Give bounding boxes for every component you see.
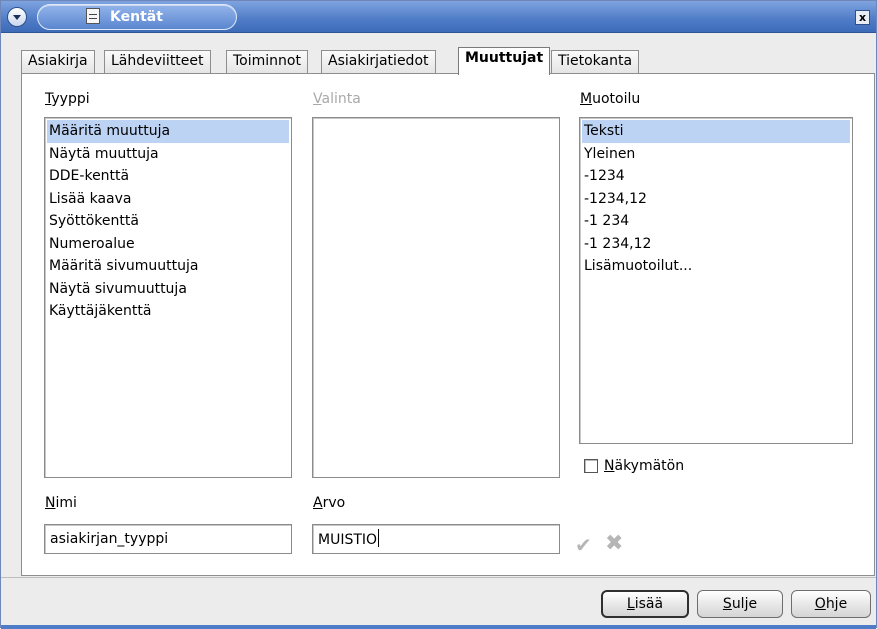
selection-label: Valinta	[313, 91, 361, 107]
format-list[interactable]: Teksti Yleinen -1234 -1234,12 -1 234 -1 …	[579, 117, 853, 444]
tab-asiakirjatiedot[interactable]: Asiakirjatiedot	[321, 50, 436, 74]
type-label: Tyyppi	[45, 91, 90, 107]
checkmark-icon[interactable]: ✔	[575, 533, 592, 557]
cross-icon[interactable]: ✖	[605, 531, 623, 556]
tab-toiminnot[interactable]: Toiminnot	[226, 50, 308, 74]
type-list-item[interactable]: Määritä sivumuuttuja	[47, 255, 289, 278]
value-input[interactable]: MUISTIO	[312, 524, 560, 554]
type-list-item[interactable]: Käyttäjäkenttä	[47, 300, 289, 323]
type-list-item[interactable]: Määritä muuttuja	[47, 120, 289, 143]
format-list-item[interactable]: Lisämuotoilut...	[582, 255, 850, 278]
format-list-item[interactable]: Teksti	[582, 120, 850, 143]
name-input[interactable]: asiakirjan_tyyppi	[44, 524, 292, 554]
type-list-item[interactable]: Lisää kaava	[47, 188, 289, 211]
invisible-checkbox-label[interactable]: Näkymätön	[604, 458, 684, 474]
tab-muuttujat[interactable]: Muuttujat	[458, 47, 551, 75]
format-list-item[interactable]: -1234	[582, 165, 850, 188]
type-list-item[interactable]: Numeroalue	[47, 233, 289, 256]
type-list-item[interactable]: Näytä muuttuja	[47, 143, 289, 166]
name-label: Nimi	[45, 495, 77, 511]
add-button[interactable]: Lisää	[601, 590, 689, 618]
type-list-item[interactable]: Syöttökenttä	[47, 210, 289, 233]
format-label: Muotoilu	[580, 91, 641, 107]
window-bottom-border	[1, 625, 876, 629]
separator	[1, 577, 876, 578]
close-button[interactable]: Sulje	[697, 590, 783, 618]
close-icon[interactable]: x	[855, 10, 870, 25]
value-label: Arvo	[313, 495, 346, 511]
help-button[interactable]: Ohje	[791, 590, 871, 618]
type-list[interactable]: Määritä muuttuja Näytä muuttuja DDE-kent…	[44, 117, 292, 478]
format-list-item[interactable]: Yleinen	[582, 143, 850, 166]
title-pill: Kentät	[37, 4, 237, 30]
tab-asiakirja[interactable]: Asiakirja	[21, 50, 95, 74]
window-menu-icon[interactable]	[7, 7, 27, 27]
tab-lahdeviitteet[interactable]: Lähdeviitteet	[104, 50, 211, 74]
format-list-item[interactable]: -1 234,12	[582, 233, 850, 256]
document-icon	[86, 8, 100, 24]
type-list-item[interactable]: Näytä sivumuuttuja	[47, 278, 289, 301]
text-caret	[378, 529, 380, 547]
title-bar[interactable]: Kentät x	[1, 1, 876, 33]
format-list-item[interactable]: -1 234	[582, 210, 850, 233]
fields-dialog: Kentät x Asiakirja Lähdeviitteet Toiminn…	[0, 0, 877, 629]
tab-tietokanta[interactable]: Tietokanta	[551, 50, 640, 74]
format-list-item[interactable]: -1234,12	[582, 188, 850, 211]
selection-list[interactable]	[312, 117, 560, 478]
window-title: Kentät	[110, 9, 163, 25]
invisible-checkbox[interactable]	[584, 459, 598, 473]
type-list-item[interactable]: DDE-kenttä	[47, 165, 289, 188]
